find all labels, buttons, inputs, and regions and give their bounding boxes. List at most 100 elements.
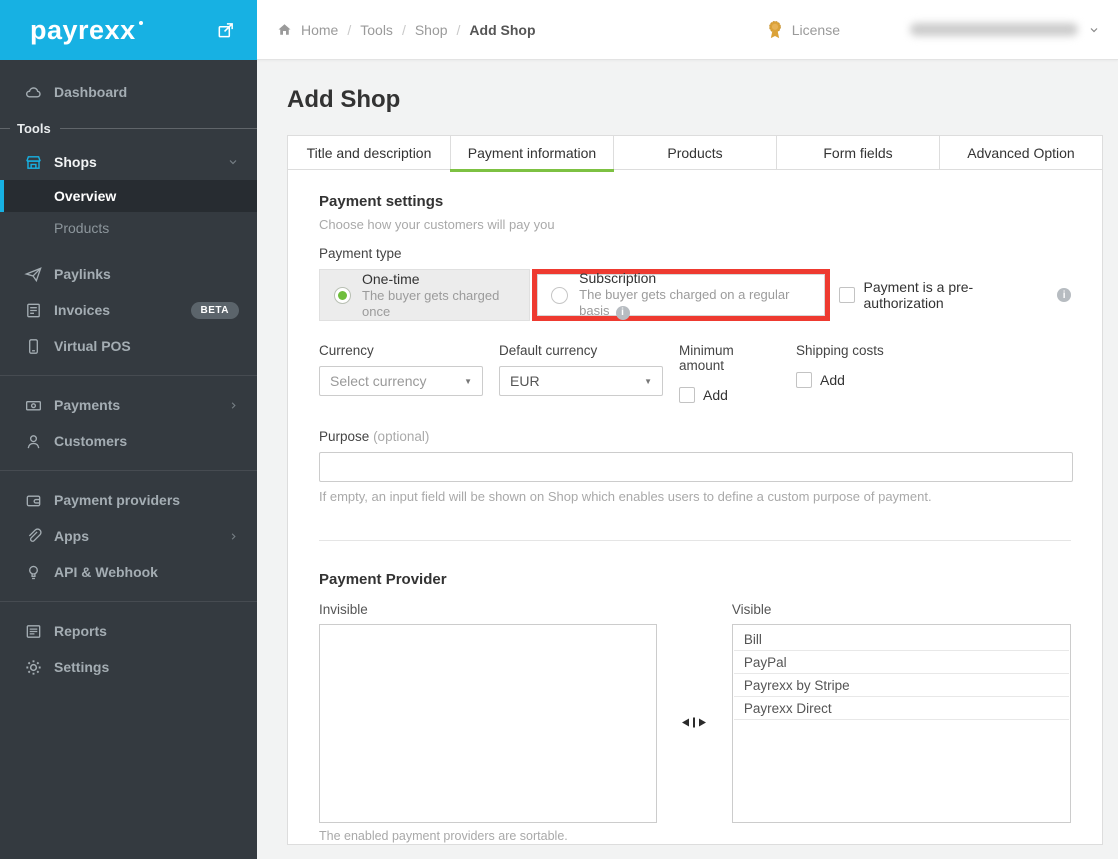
info-icon[interactable]: i: [1057, 288, 1071, 302]
sidebar-item-label: Customers: [54, 433, 128, 449]
info-icon[interactable]: i: [615, 306, 630, 320]
sidebar-item-invoices[interactable]: Invoices BETA: [0, 292, 257, 328]
invisible-list-label: Invisible: [319, 602, 368, 617]
breadcrumb-tools[interactable]: Tools: [360, 22, 393, 38]
brand-logo[interactable]: payrexx: [30, 15, 136, 46]
breadcrumb-home[interactable]: Home: [301, 22, 338, 38]
subscription-label: Subscription: [579, 270, 657, 286]
banknote-icon: [24, 396, 43, 415]
sidebar-item-settings[interactable]: Settings: [0, 649, 257, 685]
account-menu[interactable]: [910, 23, 1100, 36]
breadcrumb-shop[interactable]: Shop: [415, 22, 448, 38]
preauth-label: Payment is a pre-authorization: [863, 279, 974, 311]
shipping-costs-checkbox[interactable]: [796, 372, 812, 388]
sidebar-section-tools: Tools: [0, 116, 257, 140]
sidebar-item-label: Payment providers: [54, 492, 181, 508]
payment-type-one-time-option[interactable]: One-time The buyer gets charged once: [319, 269, 531, 321]
one-time-radio[interactable]: [334, 286, 351, 304]
provider-item-payrexx-by-stripe[interactable]: Payrexx by Stripe: [733, 674, 1069, 697]
sidebar-item-customers[interactable]: Customers: [0, 423, 257, 459]
visible-provider-list[interactable]: Bill PayPal Payrexx by Stripe Payrexx Di…: [731, 624, 1071, 823]
sidebar-item-dashboard[interactable]: Dashboard: [0, 74, 257, 110]
default-currency-select-value: EUR: [510, 373, 540, 389]
tab-title-and-description[interactable]: Title and description: [287, 135, 451, 169]
mobile-phone-icon: [24, 337, 43, 356]
tab-payment-information[interactable]: Payment information: [450, 135, 614, 172]
sidebar-item-payments[interactable]: Payments: [0, 387, 257, 423]
preauth-checkbox[interactable]: [838, 287, 855, 303]
default-currency-select[interactable]: EUR ▼: [499, 366, 663, 396]
tab-products[interactable]: Products: [613, 135, 777, 169]
minimum-amount-label: Minimum amount: [679, 343, 734, 373]
sidebar-item-paylinks[interactable]: Paylinks: [0, 256, 257, 292]
subscription-radio[interactable]: [551, 286, 569, 304]
license-label[interactable]: License: [792, 22, 840, 38]
purpose-input[interactable]: [319, 452, 1073, 482]
sidebar-item-label: Payments: [54, 397, 121, 413]
chevron-right-icon: [228, 400, 239, 411]
sidebar-item-shops[interactable]: Shops: [0, 144, 257, 180]
breadcrumb-separator: /: [401, 21, 406, 38]
purpose-help-text: If empty, an input field will be shown o…: [319, 489, 932, 504]
sidebar-item-label: Dashboard: [54, 84, 128, 100]
report-icon: [24, 622, 43, 641]
account-email-blurred: [910, 23, 1078, 36]
shipping-costs-label: Shipping costs: [796, 343, 884, 358]
select-caret-icon: ▼: [644, 376, 652, 386]
provider-item-payrexx-direct[interactable]: Payrexx Direct: [733, 697, 1069, 720]
top-header: Home / Tools / Shop / Add Shop License: [257, 0, 1118, 60]
currency-label: Currency: [319, 343, 374, 358]
minimum-amount-checkbox[interactable]: [679, 387, 695, 403]
sidebar-item-label: Apps: [54, 528, 89, 544]
sidebar-item-label: API & Webhook: [54, 564, 158, 580]
sidebar-item-overview[interactable]: Overview: [0, 180, 257, 212]
tab-form-fields[interactable]: Form fields: [776, 135, 940, 169]
sidebar-section-label: Tools: [17, 120, 51, 136]
sidebar-item-reports[interactable]: Reports: [0, 613, 257, 649]
payment-provider-lists: Invisible The enabled payment providers …: [319, 602, 1071, 843]
sidebar-item-virtual-pos[interactable]: Virtual POS: [0, 328, 257, 364]
invisible-provider-list[interactable]: [319, 624, 658, 823]
sidebar-item-label: Overview: [54, 188, 117, 204]
license-award-icon: [766, 19, 784, 41]
main-content: Add Shop Title and description Payment i…: [257, 60, 1118, 859]
sidebar-item-label: Paylinks: [54, 266, 111, 282]
sidebar-item-label: Shops: [54, 154, 97, 170]
chevron-right-icon: [228, 531, 239, 542]
gear-icon: [24, 658, 43, 677]
brand-header: payrexx: [0, 0, 257, 60]
section-divider: [319, 540, 1071, 541]
sidebar-item-api-webhook[interactable]: API & Webhook: [0, 554, 257, 590]
payment-type-options: One-time The buyer gets charged once Sub…: [319, 269, 1071, 321]
sidebar-item-label: Virtual POS: [54, 338, 131, 354]
shipping-costs-add-label: Add: [820, 372, 845, 388]
sidebar: Dashboard Tools Shops Overview Products: [0, 60, 257, 859]
paper-plane-icon: [24, 265, 43, 284]
breadcrumb: Home / Tools / Shop / Add Shop: [277, 22, 536, 38]
tab-advanced-option[interactable]: Advanced Option: [939, 135, 1103, 169]
one-time-description: The buyer gets charged once: [362, 287, 500, 319]
sidebar-item-apps[interactable]: Apps: [0, 518, 257, 554]
person-icon: [24, 432, 43, 451]
home-icon: [277, 22, 292, 37]
payment-type-subscription-option[interactable]: Subscription The buyer gets charged on a…: [532, 269, 830, 321]
invoice-icon: [24, 301, 43, 320]
sidebar-divider: [0, 601, 257, 602]
breadcrumb-current: Add Shop: [469, 21, 536, 38]
minimum-amount-add-label: Add: [703, 387, 728, 403]
provider-item-paypal[interactable]: PayPal: [733, 651, 1069, 674]
currency-select[interactable]: Select currency ▼: [319, 366, 483, 396]
sidebar-item-payment-providers[interactable]: Payment providers: [0, 482, 257, 518]
default-currency-label: Default currency: [499, 343, 598, 358]
provider-item-bill[interactable]: Bill: [733, 628, 1069, 651]
purpose-label: Purpose (optional): [319, 429, 430, 444]
lightbulb-icon: [24, 563, 43, 582]
preauth-option: Payment is a pre-authorization i: [838, 279, 1071, 311]
sidebar-item-label: Reports: [54, 623, 107, 639]
external-link-icon[interactable]: [216, 21, 235, 40]
sidebar-item-products[interactable]: Products: [0, 212, 257, 244]
chevron-down-icon: [1088, 24, 1100, 36]
transfer-arrows-icon[interactable]: [682, 715, 707, 730]
store-icon: [24, 153, 43, 172]
providers-sortable-note: The enabled payment providers are sortab…: [319, 829, 568, 843]
